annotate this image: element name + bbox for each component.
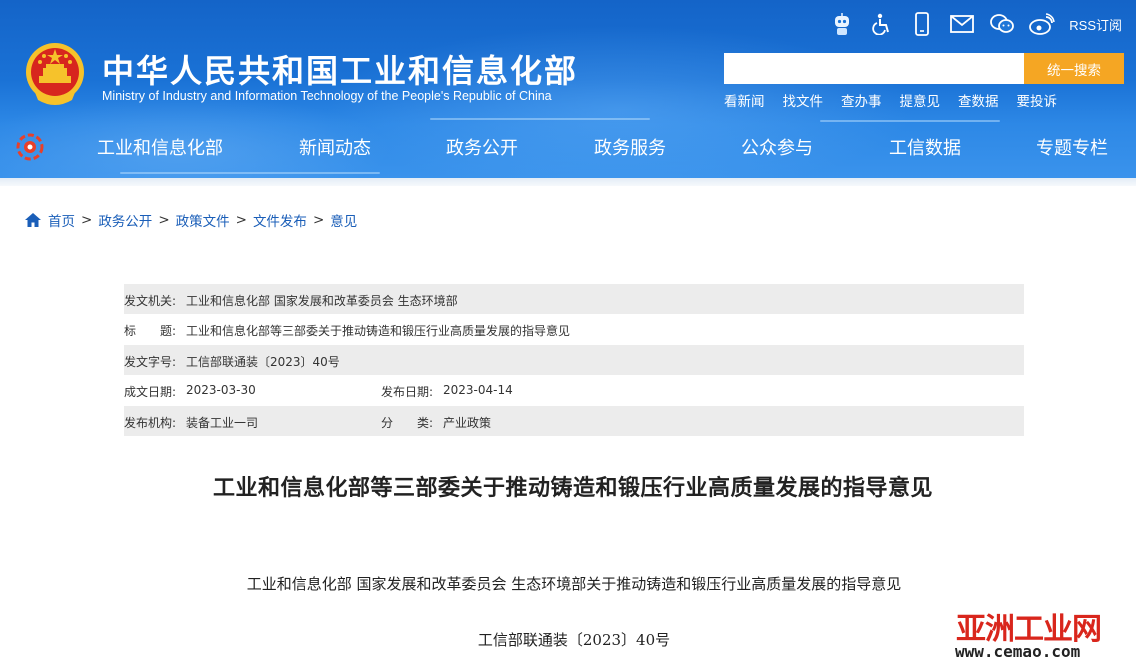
quick-link-feedback[interactable]: 提意见 (900, 90, 941, 110)
published-date-value: 2023-04-14 (443, 383, 513, 398)
nav-item-government-affairs[interactable]: 政务公开 (446, 134, 518, 160)
issuer-label: 发文机关: (124, 294, 177, 308)
nav-item-services[interactable]: 政务服务 (594, 134, 666, 160)
header-light-streak (820, 120, 1000, 122)
header-light-streak (430, 118, 650, 120)
breadcrumb-home[interactable]: 首页 (48, 210, 75, 230)
rss-subscribe-link[interactable]: RSS订阅 (1069, 15, 1122, 34)
info-row-title: 标 题: 工业和信息化部等三部委关于推动铸造和锻压行业高质量发展的指导意见 (124, 314, 1024, 344)
site-header: 中华人民共和国工业和信息化部 Ministry of Industry and … (0, 0, 1136, 178)
nav-item-ministry[interactable]: 工业和信息化部 (97, 134, 223, 160)
header-shadow (0, 178, 1136, 186)
nav-item-news[interactable]: 新闻动态 (299, 134, 371, 160)
main-nav: 工业和信息化部 新闻动态 政务公开 政务服务 公众参与 工信数据 专题专栏 (0, 127, 1136, 167)
unified-search-button[interactable]: 统一搜索 (1024, 53, 1124, 84)
info-row-issuer: 发文机关: 工业和信息化部 国家发展和改革委员会 生态环境部 (124, 284, 1024, 315)
utility-icon-bar: RSS订阅 (829, 10, 1122, 38)
category-label: 分 类: (381, 415, 434, 430)
breadcrumb: 首页 > 政务公开 > 政策文件 > 文件发布 > 意见 (24, 210, 357, 230)
breadcrumb-document-release[interactable]: 文件发布 (253, 210, 307, 230)
org-label: 发布机构: (124, 415, 177, 430)
title-value: 工业和信息化部等三部委关于推动铸造和锻压行业高质量发展的指导意见 (186, 324, 571, 339)
written-date-label: 成文日期: (124, 385, 177, 400)
issuer-value: 工业和信息化部 国家发展和改革委员会 生态环境部 (186, 294, 458, 308)
info-row-dates: 成文日期: 2023-03-30 发布日期: 2023-04-14 (124, 375, 1024, 405)
article-subtitle: 工业和信息化部 国家发展和改革委员会 生态环境部关于推动铸造和锻压行业高质量发展… (246, 575, 902, 593)
miit-logo-icon[interactable] (16, 133, 44, 161)
quick-link-data[interactable]: 查数据 (958, 90, 999, 110)
document-info-table: 发文机关: 工业和信息化部 国家发展和改革委员会 生态环境部 标 题: 工业和信… (124, 284, 1024, 436)
breadcrumb-separator: > (312, 212, 325, 228)
accessibility-icon[interactable] (869, 11, 895, 37)
org-value: 装备工业一司 (186, 415, 259, 430)
mail-icon[interactable] (949, 11, 975, 37)
info-row-org-category: 发布机构: 装备工业一司 分 类: 产业政策 (124, 405, 1024, 436)
doc-number-label: 发文字号: (124, 354, 177, 369)
info-row-doc-number: 发文字号: 工信部联通装〔2023〕40号 (124, 344, 1024, 376)
written-date-value: 2023-03-30 (186, 383, 256, 398)
category-value: 产业政策 (443, 415, 492, 430)
mobile-icon[interactable] (909, 11, 935, 37)
quick-link-documents[interactable]: 找文件 (783, 90, 824, 110)
breadcrumb-policy-documents[interactable]: 政策文件 (176, 210, 230, 230)
site-title[interactable]: 中华人民共和国工业和信息化部 (102, 46, 578, 92)
breadcrumb-separator: > (158, 212, 170, 228)
header-light-streak (120, 172, 380, 174)
robot-assistant-icon[interactable] (829, 11, 855, 37)
national-emblem-logo[interactable] (24, 42, 86, 106)
site-title-english: Ministry of Industry and Information Tec… (102, 89, 552, 103)
breadcrumb-opinions[interactable]: 意见 (330, 210, 357, 230)
title-label: 标 题: (124, 324, 177, 339)
breadcrumb-separator: > (235, 212, 247, 228)
nav-item-data[interactable]: 工信数据 (889, 134, 961, 160)
quick-link-news[interactable]: 看新闻 (724, 90, 765, 110)
breadcrumb-separator: > (81, 212, 93, 228)
quick-link-complaint[interactable]: 要投诉 (1017, 90, 1058, 110)
wechat-icon[interactable] (989, 11, 1015, 37)
home-icon[interactable] (24, 212, 42, 228)
quick-links: 看新闻 找文件 查办事 提意见 查数据 要投诉 (724, 90, 1057, 110)
weibo-icon[interactable] (1029, 11, 1056, 37)
doc-number-value: 工信部联通装〔2023〕40号 (186, 354, 340, 369)
published-date-label: 发布日期: (381, 385, 434, 400)
nav-item-special-topics[interactable]: 专题专栏 (1036, 134, 1108, 160)
nav-item-public-participation[interactable]: 公众参与 (741, 134, 813, 160)
watermark-url: www.cemao.com (955, 642, 1081, 661)
search-input[interactable] (724, 53, 1024, 84)
quick-link-services[interactable]: 查办事 (841, 90, 882, 110)
breadcrumb-government-affairs[interactable]: 政务公开 (98, 210, 152, 230)
article-title: 工业和信息化部等三部委关于推动铸造和锻压行业高质量发展的指导意见 (212, 476, 933, 501)
